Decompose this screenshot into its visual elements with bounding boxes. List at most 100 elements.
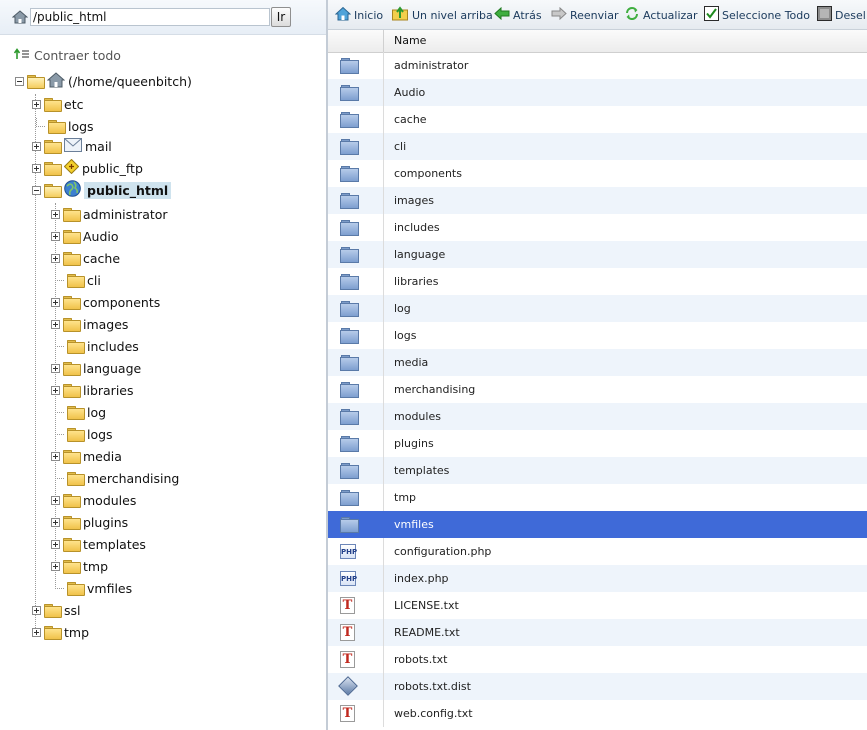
expand-toggle-icon[interactable] <box>51 319 60 329</box>
tree-child-log[interactable]: log <box>55 402 106 422</box>
file-row[interactable]: modules <box>328 403 867 430</box>
expand-toggle-icon[interactable] <box>32 99 41 109</box>
deselect-all-label: Desel <box>835 8 866 22</box>
file-row[interactable]: vmfiles <box>328 511 867 538</box>
file-row[interactable]: tmp <box>328 484 867 511</box>
tree-child-images[interactable]: images <box>51 314 128 334</box>
tree-item-public-ftp[interactable]: public_ftp <box>32 158 143 178</box>
file-row[interactable]: log <box>328 295 867 322</box>
folder-icon <box>340 193 359 209</box>
tree-item-label: public_ftp <box>82 160 143 176</box>
tree-item-mail[interactable]: mail <box>32 136 112 156</box>
tree-item-label: ssl <box>64 602 81 618</box>
file-row[interactable]: components <box>328 160 867 187</box>
tree-connector <box>55 425 64 435</box>
home-icon[interactable] <box>11 10 29 27</box>
file-row[interactable]: T README.txt <box>328 619 867 646</box>
folder-icon <box>340 112 359 128</box>
expand-toggle-icon[interactable] <box>51 539 60 549</box>
expand-toggle-icon[interactable] <box>51 297 60 307</box>
icon-column-header[interactable] <box>328 30 384 52</box>
tree-child-includes[interactable]: includes <box>55 336 139 356</box>
refresh-label: Actualizar <box>643 8 698 22</box>
expand-toggle-icon[interactable] <box>51 495 60 505</box>
tree-child-cache[interactable]: cache <box>51 248 120 268</box>
tree-child-templates[interactable]: templates <box>51 534 146 554</box>
file-row[interactable]: language <box>328 241 867 268</box>
file-row[interactable]: PHP index.php <box>328 565 867 592</box>
tree-child-merchandising[interactable]: merchandising <box>55 468 179 488</box>
back-button[interactable]: Atrás <box>494 6 542 23</box>
forward-button[interactable]: Reenviar <box>551 6 619 23</box>
expand-toggle-icon[interactable] <box>51 363 60 373</box>
file-row[interactable]: Audio <box>328 79 867 106</box>
tree-item-etc[interactable]: etc <box>32 94 83 114</box>
tree-child-logs[interactable]: logs <box>55 424 113 444</box>
expand-toggle-icon[interactable] <box>51 451 60 461</box>
file-name: configuration.php <box>394 545 492 558</box>
collapse-toggle-icon[interactable] <box>15 76 24 86</box>
tree-child-vmfiles[interactable]: vmfiles <box>55 578 132 598</box>
file-name: language <box>394 248 446 261</box>
collapse-toggle-icon[interactable] <box>32 185 41 195</box>
file-row[interactable]: T LICENSE.txt <box>328 592 867 619</box>
tree-child-modules[interactable]: modules <box>51 490 136 510</box>
tree-child-cli[interactable]: cli <box>55 270 101 290</box>
tree-item-tmp[interactable]: tmp <box>32 622 89 642</box>
deselect-all-button[interactable]: Desel <box>817 6 866 23</box>
home-button[interactable]: Inicio <box>334 6 384 23</box>
tree-child-administrator[interactable]: administrator <box>51 204 168 224</box>
expand-toggle-icon[interactable] <box>32 605 41 615</box>
folder-icon <box>63 251 81 266</box>
expand-toggle-icon[interactable] <box>32 163 41 173</box>
tree-child-libraries[interactable]: libraries <box>51 380 134 400</box>
file-row[interactable]: media <box>328 349 867 376</box>
select-all-button[interactable]: Seleccione Todo <box>704 6 810 23</box>
expand-toggle-icon[interactable] <box>51 385 60 395</box>
file-name: log <box>394 302 411 315</box>
up-level-button[interactable]: Un nivel arriba <box>392 6 493 23</box>
expand-toggle-icon[interactable] <box>32 141 41 151</box>
expand-toggle-icon[interactable] <box>32 627 41 637</box>
tree-item-logs[interactable]: logs <box>36 116 94 136</box>
name-column-header[interactable]: Name <box>394 34 426 47</box>
go-button[interactable]: Ir <box>271 7 291 27</box>
tree-item-label: log <box>87 404 107 420</box>
home-label: Inicio <box>354 8 384 22</box>
tree-child-audio[interactable]: Audio <box>51 226 119 246</box>
expand-toggle-icon[interactable] <box>51 253 60 263</box>
expand-toggle-icon[interactable] <box>51 231 60 241</box>
expand-toggle-icon[interactable] <box>51 209 60 219</box>
file-row[interactable]: includes <box>328 214 867 241</box>
expand-toggle-icon[interactable] <box>51 517 60 527</box>
file-row[interactable]: robots.txt.dist <box>328 673 867 700</box>
file-row[interactable]: cli <box>328 133 867 160</box>
php-file-icon: PHP <box>340 544 357 559</box>
tree-child-language[interactable]: language <box>51 358 141 378</box>
file-row[interactable]: PHP configuration.php <box>328 538 867 565</box>
folder-icon <box>48 119 66 134</box>
file-row[interactable]: merchandising <box>328 376 867 403</box>
tree-child-tmp[interactable]: tmp <box>51 556 108 576</box>
file-row[interactable]: administrator <box>328 52 867 79</box>
collapse-all-button[interactable]: Contraer todo <box>13 47 121 63</box>
tree-child-media[interactable]: media <box>51 446 122 466</box>
tree-root[interactable]: (/home/queenbitch) <box>15 71 192 91</box>
tree-child-plugins[interactable]: plugins <box>51 512 128 532</box>
tree-item-ssl[interactable]: ssl <box>32 600 81 620</box>
file-row[interactable]: Tweb.config.txt <box>328 700 867 727</box>
file-row[interactable]: plugins <box>328 430 867 457</box>
refresh-button[interactable]: Actualizar <box>624 7 698 23</box>
expand-toggle-icon[interactable] <box>51 561 60 571</box>
file-row[interactable]: templates <box>328 457 867 484</box>
file-row[interactable]: Trobots.txt <box>328 646 867 673</box>
file-row[interactable]: cache <box>328 106 867 133</box>
file-row[interactable]: logs <box>328 322 867 349</box>
tree-connector <box>55 469 64 479</box>
path-input[interactable] <box>30 8 270 26</box>
tree-item-label: etc <box>64 96 84 112</box>
tree-child-components[interactable]: components <box>51 292 160 312</box>
file-row[interactable]: libraries <box>328 268 867 295</box>
file-row[interactable]: images <box>328 187 867 214</box>
tree-item-public-html[interactable]: public_html <box>32 180 172 200</box>
